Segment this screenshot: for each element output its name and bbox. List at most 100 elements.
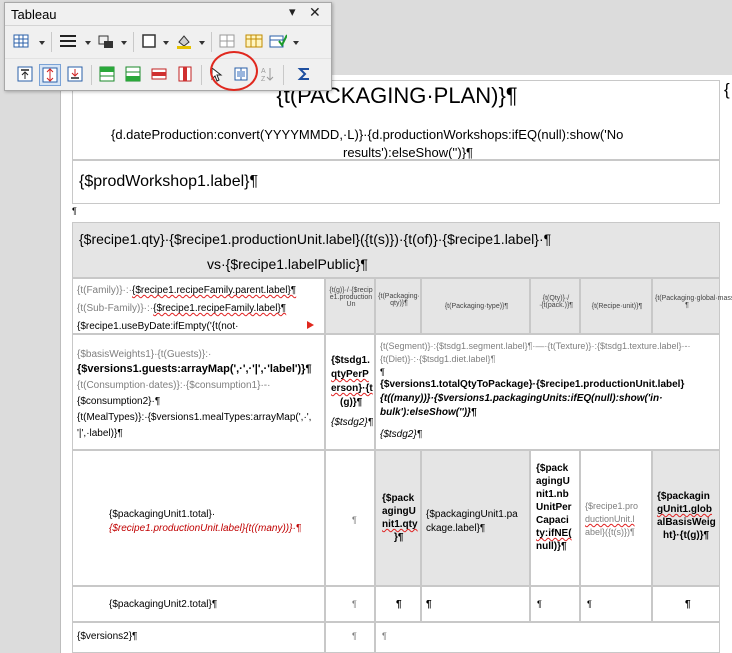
- pkg1-unit: {$recipe1.productionUnit.label}{t((many)…: [109, 523, 302, 534]
- pkg1-c5-l5: Capaci: [536, 515, 569, 526]
- recipe-line2: vs·{$recipe1.labelPublic}¶: [207, 256, 368, 272]
- family-value: {$recipe1.recipeFamily.parent.label}¶: [132, 285, 297, 296]
- delete-row-icon[interactable]: [149, 64, 171, 86]
- pkg2-c4: ¶: [426, 599, 432, 610]
- pkg1-c3-l3: nit1.qty: [382, 519, 418, 530]
- versions2-cell[interactable]: {$versions2}¶: [72, 622, 325, 653]
- pilcrow: ¶: [72, 206, 77, 216]
- pkg1-c5-l2: agingU: [536, 476, 570, 487]
- pkg1-c5-l7: null)}¶: [536, 541, 567, 552]
- header-cell-2[interactable]: {t(Packaging·qty)}¶: [375, 278, 421, 334]
- pkg1-c5-l6: ty:ifNE(: [536, 528, 572, 539]
- workshop-table[interactable]: {$prodWorkshop1.label}¶: [72, 160, 720, 204]
- delete-column-icon[interactable]: [175, 64, 197, 86]
- insert-row-below-icon[interactable]: [123, 64, 145, 86]
- segment-l5: {t((many))}·{$versions1.packagingUnits:i…: [380, 393, 663, 404]
- segment-l7: {$tsdg2}¶: [380, 429, 423, 440]
- header-cell-6[interactable]: {t(Packaging·global·mass)}¶: [652, 278, 732, 334]
- subtitle-line1: {d.dateProduction:convert(YYYYMMDD,·L)}·…: [111, 127, 624, 142]
- guests-l5: {t(MealTypes)}:·{$versions1.mealTypes:ar…: [77, 412, 312, 423]
- pkg1-c7-l4: ht}·{t(g)}¶: [663, 530, 710, 541]
- guests-l1: {$basisWeights1}·{t(Guests)}:·: [77, 349, 212, 360]
- insert-row-above-icon[interactable]: [97, 64, 119, 86]
- guests-l6: '|',·label)}¶: [77, 428, 123, 439]
- tsdg-l3: erson}·{t: [331, 383, 373, 394]
- subtitle-line2: results'):elseShow('')}¶: [343, 145, 474, 159]
- recipe-header[interactable]: {$recipe1.qty}·{$recipe1.productionUnit.…: [72, 222, 720, 278]
- pkg1-c7-l2: gUnit1.glob: [657, 504, 712, 515]
- header-cell-3[interactable]: {t(Packaging·type)}¶: [421, 278, 530, 334]
- insert-table-icon[interactable]: [11, 31, 33, 53]
- segment-l1: {t(Segment)}·:{$tsdg1.segment.label}¶·—·…: [380, 341, 691, 351]
- header-packaging-type: {t(Packaging·type)}¶: [444, 303, 509, 310]
- pkg1-c6[interactable]: {$recipe1.pro ductionUnit.l abel}({t(s)}…: [580, 450, 652, 586]
- overflow-arrow-icon: [307, 321, 314, 329]
- tsdg-l5: {$tsdg2}¶: [331, 417, 374, 428]
- header-qty-pack: {t(Qty)}·/·{t(pack.)}¶: [538, 295, 574, 309]
- header-global-mass: {t(Packaging·global·mass)}¶: [655, 295, 732, 309]
- toolbar-title: Tableau: [11, 7, 57, 22]
- pkg1-c7[interactable]: {$packagin gUnit1.glob alBasisWeig ht}·{…: [652, 450, 720, 586]
- pkg1-c3-l2: agingU: [382, 506, 416, 517]
- segment-l2: {t(Diet)}·:·{$tsdg1.diet.label}¶: [380, 354, 496, 364]
- family-cell[interactable]: {t(Family)}·:·{$recipe1.recipeFamily.par…: [72, 278, 325, 334]
- table-properties-icon[interactable]: [267, 31, 289, 53]
- svg-text:A: A: [261, 68, 266, 75]
- guests-cell[interactable]: {$basisWeights1}·{t(Guests)}:· {$version…: [72, 334, 325, 450]
- header-packaging-qty: {t(Packaging·qty)}¶: [378, 293, 420, 307]
- pkg2-total: {$packagingUnit2.total}¶: [109, 599, 218, 610]
- sum-icon[interactable]: [295, 64, 317, 86]
- pkg1-total-cell[interactable]: {$packagingUnit1.total}· {$recipe1.produ…: [72, 450, 325, 586]
- pkg2-total-cell[interactable]: {$packagingUnit2.total}¶: [72, 586, 325, 622]
- pkg1-total: {$packagingUnit1.total}·: [109, 509, 216, 520]
- tsdg-cell[interactable]: {$tsdg1. qtyPerP erson}·{t (g)}¶ {$tsdg2…: [325, 334, 375, 450]
- sort-icon[interactable]: AZ: [257, 64, 279, 86]
- pkg1-c7-l1: {$packagin: [657, 491, 710, 502]
- pkg1-c5-l3: nit1.nb: [536, 489, 569, 500]
- usebydate-line: {$recipe1.useByDate:ifEmpty('{t(not·: [77, 321, 239, 332]
- header-table[interactable]: {t(PACKAGING·PLAN)}¶ {d.dateProduction:c…: [72, 80, 720, 160]
- pkg1-c7-l3: alBasisWeig: [657, 517, 716, 528]
- pkg1-c4-l2: ckage.label}¶: [426, 523, 486, 534]
- pkg1-c6-l1: {$recipe1.pro: [585, 501, 639, 511]
- app-window: { {t(PACKAGING·PLAN)}¶ {d.dateProduction…: [0, 0, 732, 653]
- table-toolbar[interactable]: Tableau ▾ ✕ A Z: [4, 2, 332, 91]
- segment-cell[interactable]: {t(Segment)}·:{$tsdg1.segment.label}¶·—·…: [375, 334, 720, 450]
- pkg2-c2: ¶: [352, 599, 357, 609]
- toolbar-menu-icon[interactable]: ▾: [289, 4, 296, 20]
- pkg1-c3-l1: {$pack: [382, 493, 415, 504]
- segment-l3: ¶: [380, 367, 385, 377]
- pkg1-c2[interactable]: ¶: [325, 450, 375, 586]
- recipe-line1: {$recipe1.qty}·{$recipe1.productionUnit.…: [79, 231, 552, 247]
- annotation-circle: [210, 51, 258, 91]
- guests-l4: {$consumption2}·¶: [77, 396, 161, 407]
- border-style-icon[interactable]: [57, 31, 79, 53]
- toolbar-close-icon[interactable]: ✕: [309, 4, 321, 21]
- versions2-c2: ¶: [352, 631, 357, 641]
- versions2-label: {$versions2}¶: [77, 631, 138, 642]
- versions2-c3: ¶: [382, 631, 387, 641]
- pkg2-c6: ¶: [587, 599, 592, 609]
- pkg1-c3[interactable]: {$pack agingU nit1.qty }¶: [375, 450, 421, 586]
- pkg2-c3: ¶: [396, 599, 402, 610]
- borders-icon[interactable]: [139, 31, 161, 53]
- pkg1-c5[interactable]: {$pack agingU nit1.nb UnitPer Capaci ty:…: [530, 450, 580, 586]
- merge-cells-icon[interactable]: [217, 31, 239, 53]
- subfamily-value: {$recipe1.recipeFamily.label}¶: [153, 303, 287, 314]
- guests-l2: {$versions1.guests:arrayMap(',·',·'|',·'…: [77, 363, 312, 375]
- background-color-icon[interactable]: [173, 31, 195, 53]
- segment-l6: bulk'):elseShow('')}¶: [380, 407, 477, 418]
- header-cell-5[interactable]: {t(Recipe·unit)}¶: [580, 278, 652, 334]
- page-bracket: {: [724, 80, 730, 99]
- header-cell-1[interactable]: {t(g)}·/·{$recipe1.productionUn: [325, 278, 375, 334]
- pkg1-c5-l1: {$pack: [536, 463, 569, 474]
- align-center-icon[interactable]: [39, 64, 61, 86]
- align-bottom-icon[interactable]: [65, 64, 87, 86]
- svg-text:Z: Z: [261, 76, 266, 82]
- header-cell-4[interactable]: {t(Qty)}·/·{t(pack.)}¶: [530, 278, 580, 334]
- border-color-icon[interactable]: [95, 31, 117, 53]
- align-top-icon[interactable]: [15, 64, 37, 86]
- workshop-label: {$prodWorkshop1.label}¶: [79, 173, 259, 190]
- autoformat-icon[interactable]: [243, 31, 265, 53]
- pkg1-c4[interactable]: {$packagingUnit1.pa ckage.label}¶: [421, 450, 530, 586]
